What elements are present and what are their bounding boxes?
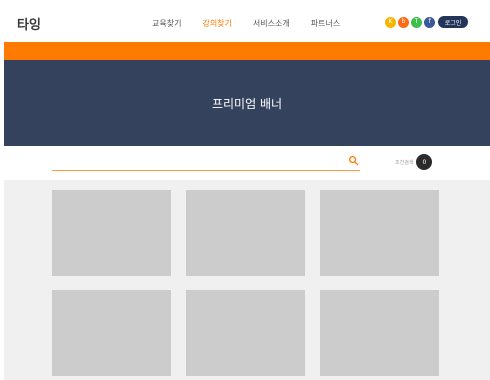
nav-item-partners[interactable]: 파트너스 — [311, 18, 340, 29]
talk-icon[interactable]: T — [411, 16, 422, 28]
nav-item-service[interactable]: 서비스소개 — [253, 18, 290, 29]
kakao-icon[interactable]: K — [385, 16, 396, 28]
content-card[interactable] — [52, 290, 171, 376]
filter-button[interactable]: 조건검색 0 — [395, 154, 433, 170]
nav-item-lecture[interactable]: 강의찾기 — [202, 18, 231, 29]
blog-icon[interactable]: b — [398, 16, 409, 28]
nav-item-education[interactable]: 교육찾기 — [152, 18, 181, 29]
content-card[interactable] — [52, 190, 171, 276]
social-links: K b T f 로그인 — [385, 16, 468, 28]
banner-title: 프리미엄 배너 — [211, 96, 283, 111]
search-input[interactable] — [52, 154, 360, 171]
premium-banner[interactable]: 프리미엄 배너 — [4, 60, 490, 146]
search-icon[interactable] — [348, 155, 359, 166]
content-card[interactable] — [320, 290, 439, 376]
content-card[interactable] — [186, 190, 305, 276]
main-nav: 교육찾기 강의찾기 서비스소개 파트너스 — [152, 18, 361, 29]
filter-label: 조건검색 — [395, 159, 414, 166]
page-frame: 타잉 교육찾기 강의찾기 서비스소개 파트너스 K b T f 로그인 프리미엄… — [4, 4, 490, 380]
content-card[interactable] — [186, 290, 305, 376]
accent-bar — [4, 42, 490, 60]
header: 타잉 교육찾기 강의찾기 서비스소개 파트너스 K b T f 로그인 — [4, 4, 490, 42]
logo[interactable]: 타잉 — [17, 14, 41, 33]
facebook-icon[interactable]: f — [424, 16, 435, 28]
filter-count-badge: 0 — [416, 154, 433, 170]
login-button[interactable]: 로그인 — [438, 16, 468, 28]
content-card[interactable] — [320, 190, 439, 276]
search-bar: 조건검색 0 — [4, 146, 490, 180]
